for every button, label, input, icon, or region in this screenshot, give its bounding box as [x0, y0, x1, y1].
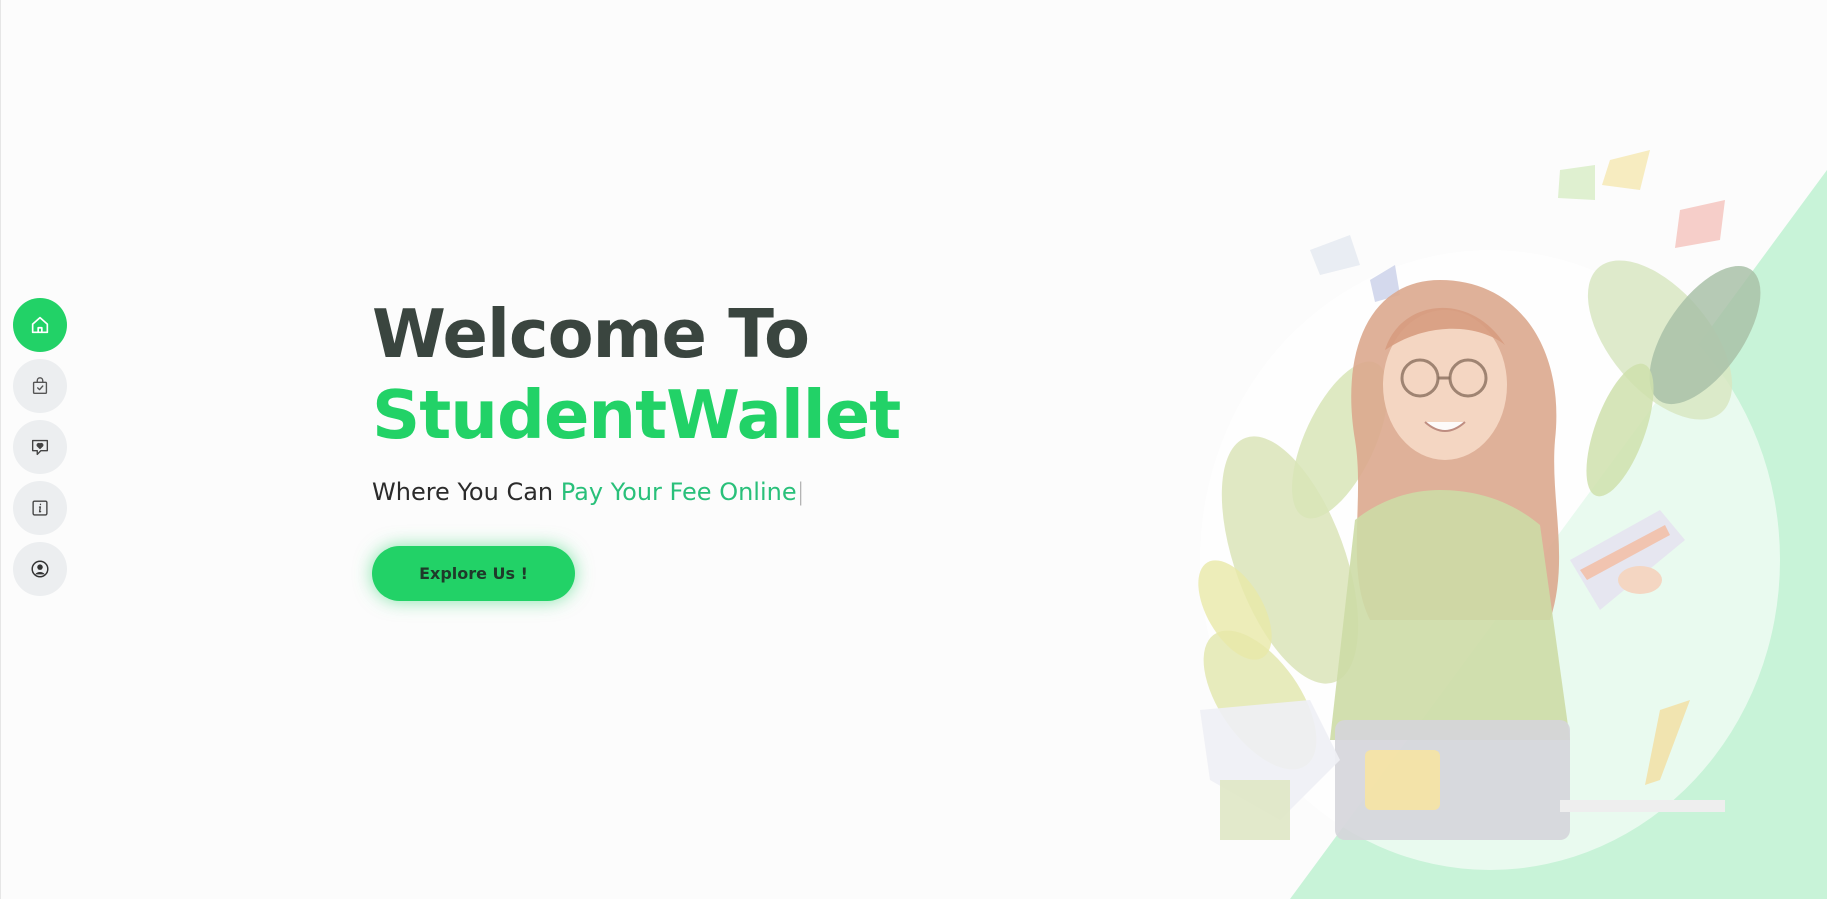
hero-title-welcome: Welcome To — [372, 295, 810, 373]
nav-profile-button[interactable] — [13, 542, 67, 596]
nav-feedback-button[interactable] — [13, 420, 67, 474]
home-icon — [31, 316, 49, 334]
page-left-border — [0, 0, 1, 899]
subtitle-prefix: Where You Can — [372, 478, 561, 506]
nav-info-button[interactable] — [13, 481, 67, 535]
side-navigation — [13, 298, 67, 596]
nav-shop-button[interactable] — [13, 359, 67, 413]
info-icon — [32, 500, 48, 516]
user-icon — [31, 560, 49, 578]
student-illustration — [1198, 150, 1827, 899]
shopping-bag-icon — [32, 377, 48, 395]
explore-button[interactable]: Explore Us ! — [372, 546, 575, 601]
heart-message-icon — [31, 439, 49, 456]
typing-cursor: | — [796, 478, 805, 506]
hero-subtitle: Where You Can Pay Your Fee Online| — [372, 478, 900, 506]
subtitle-typed-highlight: Pay Your Fee Online — [560, 478, 797, 506]
nav-home-button[interactable] — [13, 298, 67, 352]
hero-title-brand: StudentWallet — [372, 376, 901, 454]
hero-section: Welcome To StudentWallet Where You Can P… — [372, 295, 901, 506]
